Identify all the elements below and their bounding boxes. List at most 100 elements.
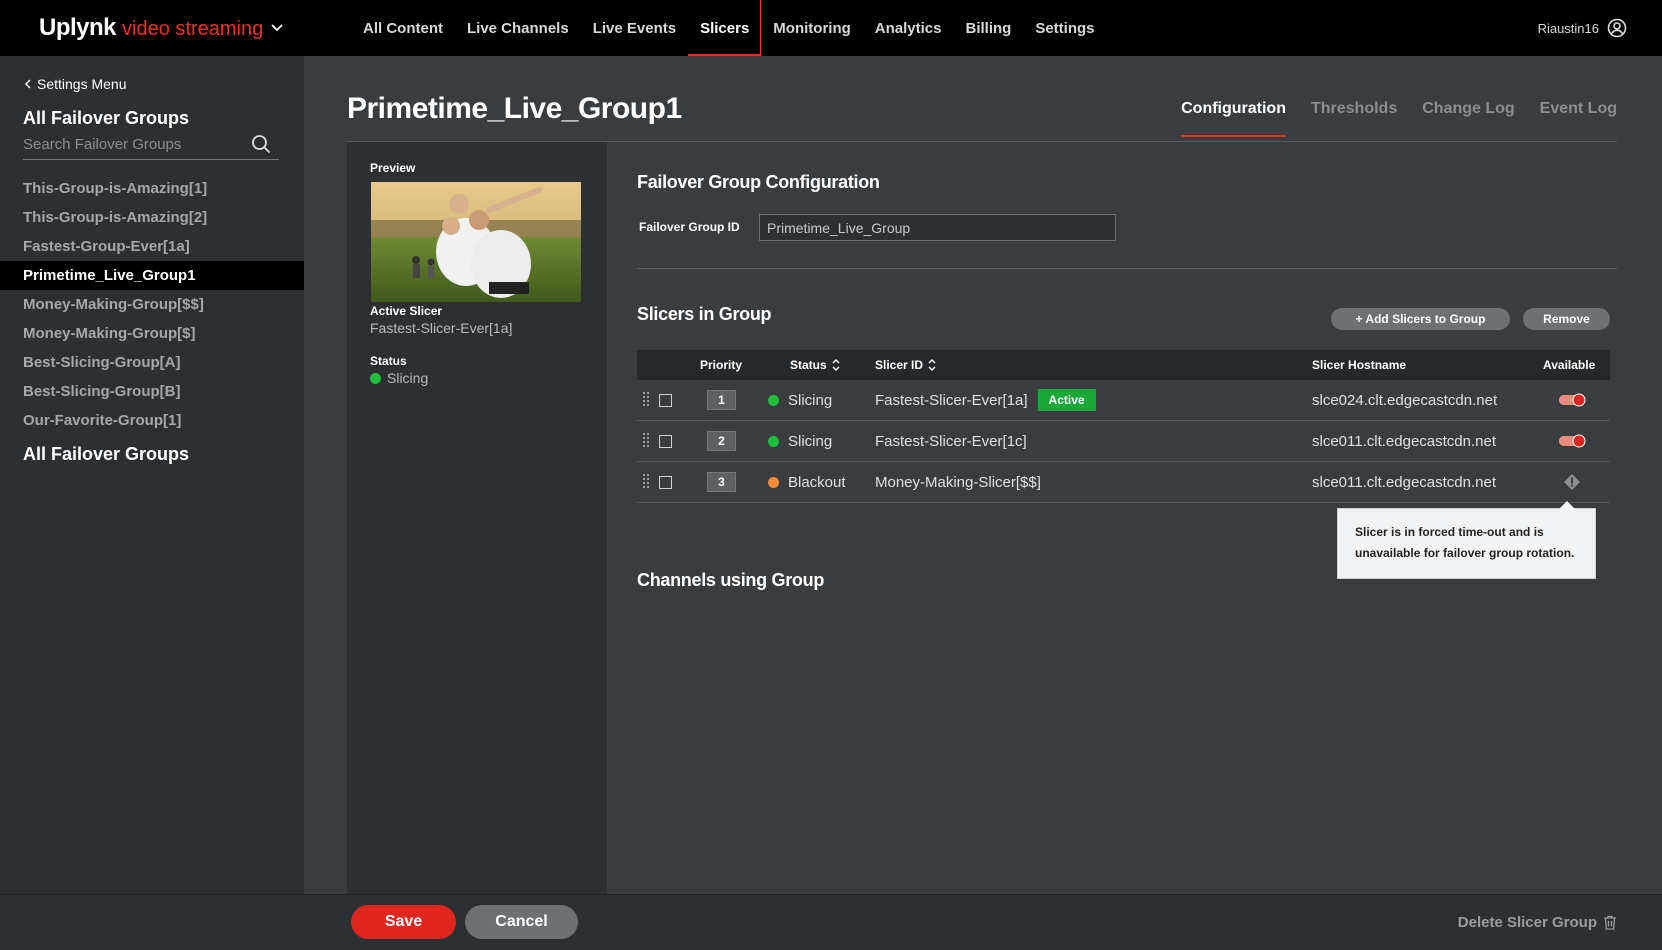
preview-image bbox=[371, 182, 581, 302]
slicer-id-text: Fastest-Slicer-Ever[1c] bbox=[875, 432, 1027, 450]
sidebar-item-group[interactable]: Best-Slicing-Group[A] bbox=[0, 348, 304, 377]
sidebar-item-group[interactable]: Our-Favorite-Group[1] bbox=[0, 406, 304, 435]
action-footer: Save Cancel Delete Slicer Group bbox=[0, 894, 1662, 950]
status-text: Slicing bbox=[788, 391, 833, 409]
table-header: Priority Status Slicer ID Slicer Hostnam… bbox=[637, 350, 1610, 380]
sort-icon[interactable] bbox=[832, 358, 840, 372]
settings-menu-label: Settings Menu bbox=[37, 76, 127, 92]
sidebar-item-group[interactable]: Fastest-Group-Ever[1a] bbox=[0, 232, 304, 261]
nav-label: Slicers bbox=[700, 19, 750, 37]
active-slicer-value: Fastest-Slicer-Ever[1a] bbox=[370, 320, 513, 336]
tab-thresholds[interactable]: Thresholds bbox=[1311, 100, 1397, 137]
cancel-button[interactable]: Cancel bbox=[465, 905, 578, 939]
delete-label: Delete Slicer Group bbox=[1457, 914, 1597, 931]
sidebar-item-group[interactable]: Money-Making-Group[$] bbox=[0, 319, 304, 348]
sidebar-item-group[interactable]: This-Group-is-Amazing[2] bbox=[0, 203, 304, 232]
col-priority: Priority bbox=[700, 350, 742, 380]
nav-label: Live Events bbox=[592, 19, 677, 37]
priority-box[interactable]: 1 bbox=[707, 390, 736, 410]
group-id-input[interactable] bbox=[759, 214, 1116, 241]
username: Riaustin16 bbox=[1537, 20, 1599, 36]
table-row: 2 Slicing Fastest-Slicer-Ever[1c] slce01… bbox=[637, 421, 1610, 462]
col-slicer-id[interactable]: Slicer ID bbox=[875, 350, 936, 380]
slicers-table: Priority Status Slicer ID Slicer Hostnam… bbox=[637, 350, 1610, 503]
hostname-cell: slce011.clt.edgecastcdn.net bbox=[1312, 473, 1497, 491]
search-input[interactable] bbox=[23, 136, 243, 153]
page-title: Primetime_Live_Group1 bbox=[347, 92, 682, 125]
available-toggle[interactable] bbox=[1558, 434, 1587, 448]
sidebar-item-group[interactable]: Money-Making-Group[$$] bbox=[0, 290, 304, 319]
nav-all-content[interactable]: All Content bbox=[351, 0, 455, 56]
status-text: Slicing bbox=[788, 432, 833, 450]
tab-configuration[interactable]: Configuration bbox=[1181, 100, 1286, 137]
status-label: Status bbox=[370, 354, 407, 368]
nav-analytics[interactable]: Analytics bbox=[863, 0, 954, 56]
sidebar-item-group[interactable]: Best-Slicing-Group[B] bbox=[0, 377, 304, 406]
sidebar-footer-title: All Failover Groups bbox=[23, 444, 190, 464]
group-id-label: Failover Group ID bbox=[639, 220, 740, 234]
row-checkbox[interactable] bbox=[659, 435, 672, 448]
slicer-id-cell: Money-Making-Slicer[$$] bbox=[875, 462, 1041, 502]
user-icon[interactable] bbox=[1607, 18, 1627, 38]
tab-event-log[interactable]: Event Log bbox=[1540, 100, 1617, 137]
col-available-label: Available bbox=[1543, 358, 1596, 372]
nav-live-events[interactable]: Live Events bbox=[581, 0, 688, 56]
delete-slicer-group-button[interactable]: Delete Slicer Group bbox=[1458, 914, 1617, 931]
slicers-section-title: Slicers in Group bbox=[637, 304, 772, 324]
status-dot bbox=[768, 476, 779, 488]
preview-thumbnail[interactable] bbox=[371, 182, 581, 302]
drag-handle-icon[interactable] bbox=[642, 462, 650, 502]
table-row: 3 Blackout Money-Making-Slicer[$$] slce0… bbox=[637, 462, 1610, 503]
settings-menu-link[interactable]: Settings Menu bbox=[24, 76, 127, 92]
tab-change-log[interactable]: Change Log bbox=[1422, 100, 1514, 137]
status-cell: Blackout bbox=[768, 462, 846, 502]
status-text: Blackout bbox=[788, 473, 846, 491]
row-checkbox[interactable] bbox=[659, 476, 672, 489]
preview-panel: Preview Active Slicer Fastest-Slicer-Eve… bbox=[347, 142, 607, 894]
section-divider bbox=[637, 268, 1617, 269]
nav-label: Monitoring bbox=[773, 19, 851, 37]
nav-billing[interactable]: Billing bbox=[953, 0, 1023, 56]
sort-icon[interactable] bbox=[928, 358, 936, 372]
row-checkbox[interactable] bbox=[659, 394, 672, 407]
nav-label: Settings bbox=[1035, 19, 1095, 37]
status-text: Slicing bbox=[387, 370, 429, 386]
priority-box[interactable]: 3 bbox=[707, 472, 736, 492]
brand-menu[interactable]: Uplynk video streaming bbox=[39, 14, 351, 42]
status-dot bbox=[768, 394, 779, 406]
nav-slicers[interactable]: Slicers bbox=[688, 0, 762, 56]
sidebar-item-group-selected[interactable]: Primetime_Live_Group1 bbox=[0, 261, 304, 290]
drag-handle-icon[interactable] bbox=[642, 421, 650, 461]
config-section-title: Failover Group Configuration bbox=[637, 172, 880, 192]
preview-label: Preview bbox=[370, 161, 416, 175]
table-row: 1 Slicing Fastest-Slicer-Ever[1a] Active … bbox=[637, 380, 1610, 421]
nav-live-channels[interactable]: Live Channels bbox=[455, 0, 581, 56]
priority-box[interactable]: 2 bbox=[707, 431, 736, 451]
top-nav-bar: Uplynk video streaming All Content Live … bbox=[0, 0, 1662, 56]
col-available: Available bbox=[1543, 350, 1595, 380]
chevron-down-icon[interactable] bbox=[271, 24, 283, 32]
slicer-id-cell: Fastest-Slicer-Ever[1a] Active bbox=[875, 380, 1096, 420]
slicer-id-text: Money-Making-Slicer[$$] bbox=[875, 473, 1041, 491]
nav-label: All Content bbox=[363, 19, 443, 37]
main-nav: All Content Live Channels Live Events Sl… bbox=[351, 0, 1107, 56]
status-cell: Slicing bbox=[768, 380, 832, 420]
status-dot bbox=[768, 435, 779, 447]
hostname-cell: slce024.clt.edgecastcdn.net bbox=[1312, 391, 1498, 409]
drag-handle-icon[interactable] bbox=[642, 380, 650, 420]
col-status[interactable]: Status bbox=[790, 350, 840, 380]
warning-icon[interactable] bbox=[1563, 473, 1581, 491]
trash-icon bbox=[1604, 915, 1616, 930]
save-button[interactable]: Save bbox=[351, 905, 456, 939]
sidebar-item-group[interactable]: This-Group-is-Amazing[1] bbox=[0, 174, 304, 203]
status-dot bbox=[370, 372, 381, 384]
available-toggle[interactable] bbox=[1558, 393, 1587, 407]
nav-monitoring[interactable]: Monitoring bbox=[761, 0, 862, 56]
nav-label: Live Channels bbox=[467, 19, 569, 37]
add-slicers-button[interactable]: + Add Slicers to Group bbox=[1331, 308, 1510, 330]
user-menu[interactable]: Riaustin16 bbox=[1538, 18, 1627, 38]
nav-label: Analytics bbox=[874, 19, 942, 37]
nav-settings[interactable]: Settings bbox=[1023, 0, 1106, 56]
remove-button[interactable]: Remove bbox=[1523, 308, 1610, 330]
search-icon[interactable] bbox=[251, 134, 271, 154]
